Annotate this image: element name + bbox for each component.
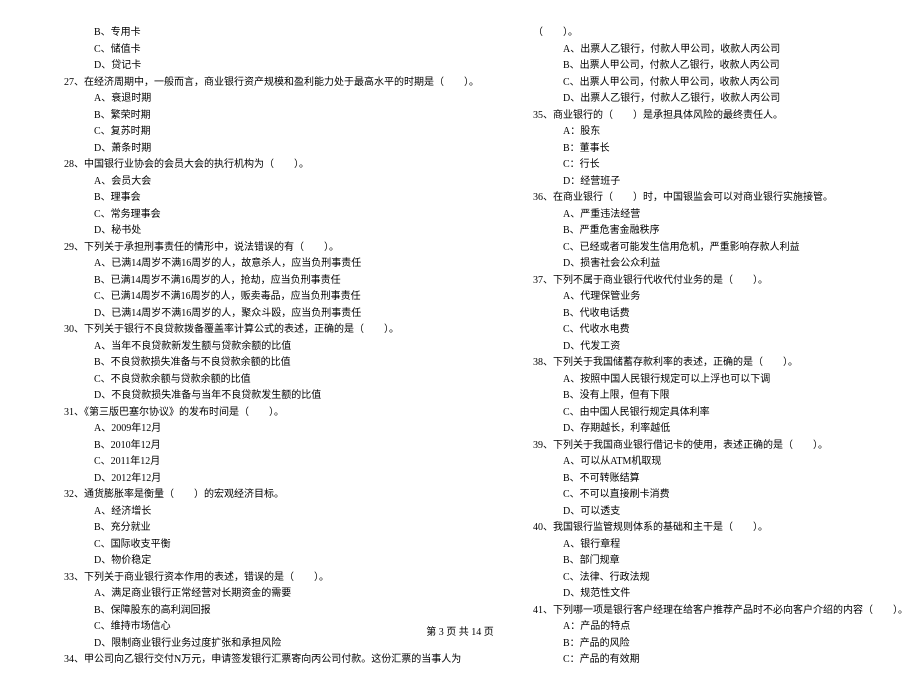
question-line: 36、在商业银行（ ）时，中国银监会可以对商业银行实施接管。 [519, 190, 908, 207]
option-line: A、按照中国人民银行规定可以上浮也可以下调 [519, 372, 908, 389]
option-line: C、2011年12月 [50, 454, 479, 471]
option-line: C、由中国人民银行规定具体利率 [519, 405, 908, 422]
option-line: D、代发工资 [519, 339, 908, 356]
option-line: C：行长 [519, 157, 908, 174]
option-line: C、已经或者可能发生信用危机，严重影响存款人利益 [519, 240, 908, 257]
question-line: 27、在经济周期中，一般而言，商业银行资产规模和盈利能力处于最高水平的时期是（ … [50, 75, 479, 92]
option-line: A、满足商业银行正常经营对长期资金的需要 [50, 586, 479, 603]
question-line: 39、下列关于我国商业银行借记卡的使用，表述正确的是（ ）。 [519, 438, 908, 455]
question-line: 30、下列关于银行不良贷款拨备覆盖率计算公式的表述，正确的是（ ）。 [50, 322, 479, 339]
question-line: （ ）。 [519, 25, 908, 42]
option-line: B、部门规章 [519, 553, 908, 570]
question-line: 35、商业银行的（ ）是承担具体风险的最终责任人。 [519, 108, 908, 125]
question-line: 37、下列不属于商业银行代收代付业务的是（ ）。 [519, 273, 908, 290]
option-line: C、已满14周岁不满16周岁的人，贩卖毒品，应当负刑事责任 [50, 289, 479, 306]
option-line: A：股东 [519, 124, 908, 141]
option-line: A、2009年12月 [50, 421, 479, 438]
option-line: D、不良贷款损失准备与当年不良贷款发生额的比值 [50, 388, 479, 405]
option-line: A、会员大会 [50, 174, 479, 191]
option-line: D、秘书处 [50, 223, 479, 240]
option-line: D、萧条时期 [50, 141, 479, 158]
option-line: A、出票人乙银行，付款人甲公司，收款人丙公司 [519, 42, 908, 59]
option-line: D、出票人乙银行，付款人乙银行，收款人丙公司 [519, 91, 908, 108]
question-line: 31、《第三版巴塞尔协议》的发布时间是（ ）。 [50, 405, 479, 422]
option-line: B、严重危害金融秩序 [519, 223, 908, 240]
option-line: D：经营班子 [519, 174, 908, 191]
option-line: B、代收电话费 [519, 306, 908, 323]
option-line: D、损害社会公众利益 [519, 256, 908, 273]
option-line: B、2010年12月 [50, 438, 479, 455]
question-line: 41、下列哪一项是银行客户经理在给客户推荐产品时不必向客户介绍的内容（ ）。 [519, 603, 908, 620]
option-line: C、储值卡 [50, 42, 479, 59]
question-line: 38、下列关于我国储蓄存款利率的表述，正确的是（ ）。 [519, 355, 908, 372]
option-line: A、当年不良贷款新发生额与贷款余额的比值 [50, 339, 479, 356]
question-line: 29、下列关于承担刑事责任的情形中，说法错误的有（ ）。 [50, 240, 479, 257]
option-line: C、出票人甲公司，付款人甲公司，收款人丙公司 [519, 75, 908, 92]
option-line: D、规范性文件 [519, 586, 908, 603]
question-line: 28、中国银行业协会的会员大会的执行机构为（ ）。 [50, 157, 479, 174]
option-line: A、银行章程 [519, 537, 908, 554]
option-line: D、存期越长，利率越低 [519, 421, 908, 438]
option-line: A、严重违法经营 [519, 207, 908, 224]
question-line: 34、甲公司向乙银行交付N万元，申请签发银行汇票寄向丙公司付款。这份汇票的当事人… [50, 652, 479, 669]
option-line: C、不良贷款余额与贷款余额的比值 [50, 372, 479, 389]
option-line: B、不良贷款损失准备与不良贷款余额的比值 [50, 355, 479, 372]
option-line: C、法律、行政法规 [519, 570, 908, 587]
option-line: A、已满14周岁不满16周岁的人，故意杀人，应当负刑事责任 [50, 256, 479, 273]
option-line: B、没有上限，但有下限 [519, 388, 908, 405]
option-line: C、不可以直接刷卡消费 [519, 487, 908, 504]
option-line: B、充分就业 [50, 520, 479, 537]
question-line: 33、下列关于商业银行资本作用的表述，错误的是（ ）。 [50, 570, 479, 587]
option-line: D、已满14周岁不满16周岁的人，聚众斗殴，应当负刑事责任 [50, 306, 479, 323]
option-line: C、国际收支平衡 [50, 537, 479, 554]
option-line: D、物价稳定 [50, 553, 479, 570]
option-line: D、贷记卡 [50, 58, 479, 75]
question-line: 32、通货膨胀率是衡量（ ）的宏观经济目标。 [50, 487, 479, 504]
right-column: （ ）。A、出票人乙银行，付款人甲公司，收款人丙公司B、出票人甲公司，付款人乙银… [519, 25, 908, 669]
option-line: B、保障股东的高利润回报 [50, 603, 479, 620]
left-column: B、专用卡C、储值卡D、贷记卡27、在经济周期中，一般而言，商业银行资产规模和盈… [50, 25, 479, 669]
option-line: B、专用卡 [50, 25, 479, 42]
question-line: 40、我国银行监管规则体系的基础和主干是（ ）。 [519, 520, 908, 537]
option-line: D、可以透支 [519, 504, 908, 521]
option-line: B、繁荣时期 [50, 108, 479, 125]
option-line: C：产品的有效期 [519, 652, 908, 669]
page-footer: 第 3 页 共 14 页 [0, 623, 920, 638]
option-line: B：董事长 [519, 141, 908, 158]
option-line: C、常务理事会 [50, 207, 479, 224]
option-line: C、代收水电费 [519, 322, 908, 339]
option-line: C、复苏时期 [50, 124, 479, 141]
option-line: A、可以从ATM机取现 [519, 454, 908, 471]
option-line: B、出票人甲公司，付款人乙银行，收款人丙公司 [519, 58, 908, 75]
option-line: B、不可转账结算 [519, 471, 908, 488]
option-line: D、2012年12月 [50, 471, 479, 488]
option-line: A、代理保管业务 [519, 289, 908, 306]
option-line: A、衰退时期 [50, 91, 479, 108]
option-line: A、经济增长 [50, 504, 479, 521]
option-line: B、已满14周岁不满16周岁的人，抢劫，应当负刑事责任 [50, 273, 479, 290]
option-line: B、理事会 [50, 190, 479, 207]
